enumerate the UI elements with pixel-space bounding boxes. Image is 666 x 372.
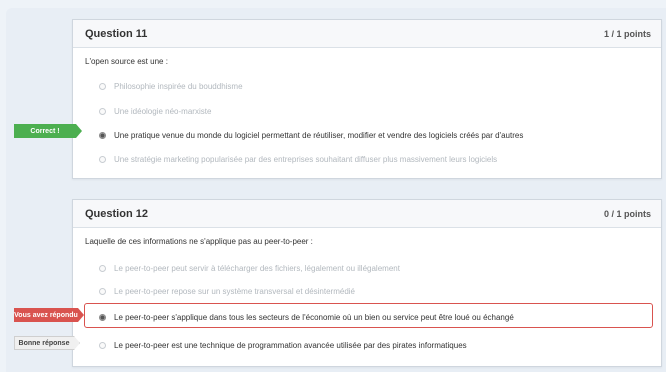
question-11-title: Question 11 [85,27,148,40]
option-label: Le peer-to-peer peut servir à télécharge… [114,263,400,273]
correct-answer-tag: Bonne réponse [14,336,80,350]
option-label: Une stratégie marketing popularisée par … [114,154,498,164]
question-12-header: Question 12 0 / 1 points [73,200,661,228]
question-11-prompt: L'open source est une : [85,57,168,66]
answered-tag: Vous avez répondu [14,308,84,322]
question-11-points: 1 / 1 points [603,28,651,39]
radio-checked-icon[interactable] [99,131,106,139]
radio-icon[interactable] [99,287,106,295]
question-12-title: Question 12 [85,207,148,220]
question-12-card: Question 12 0 / 1 points Laquelle de ces… [72,199,662,367]
radio-icon[interactable] [99,264,106,272]
q12-option-4[interactable]: Le peer-to-peer est une technique de pro… [99,338,467,352]
option-label: Le peer-to-peer repose sur un système tr… [114,286,356,296]
radio-icon[interactable] [99,341,106,349]
q11-option-1[interactable]: Philosophie inspirée du bouddhisme [99,79,243,93]
question-11-header: Question 11 1 / 1 points [73,20,661,48]
option-label: Une idéologie néo-marxiste [114,106,212,116]
radio-icon[interactable] [99,107,106,115]
q12-option-1[interactable]: Le peer-to-peer peut servir à télécharge… [99,261,400,275]
q11-option-4[interactable]: Une stratégie marketing popularisée par … [99,152,497,166]
question-12-points: 0 / 1 points [603,208,651,219]
correct-tag: Correct ! [14,124,82,138]
q11-option-3[interactable]: Une pratique venue du monde du logiciel … [99,128,523,142]
q12-option-2[interactable]: Le peer-to-peer repose sur un système tr… [99,284,355,298]
radio-icon[interactable] [99,82,106,90]
selected-answer-highlight [84,303,653,328]
option-label: Une pratique venue du monde du logiciel … [114,130,524,140]
question-11-card: Question 11 1 / 1 points L'open source e… [72,19,662,179]
option-label: Philosophie inspirée du bouddhisme [114,81,243,91]
q11-option-2[interactable]: Une idéologie néo-marxiste [99,104,211,118]
question-12-prompt: Laquelle de ces informations ne s'appliq… [85,237,313,246]
option-label: Le peer-to-peer est une technique de pro… [114,340,467,350]
radio-icon[interactable] [99,155,106,163]
